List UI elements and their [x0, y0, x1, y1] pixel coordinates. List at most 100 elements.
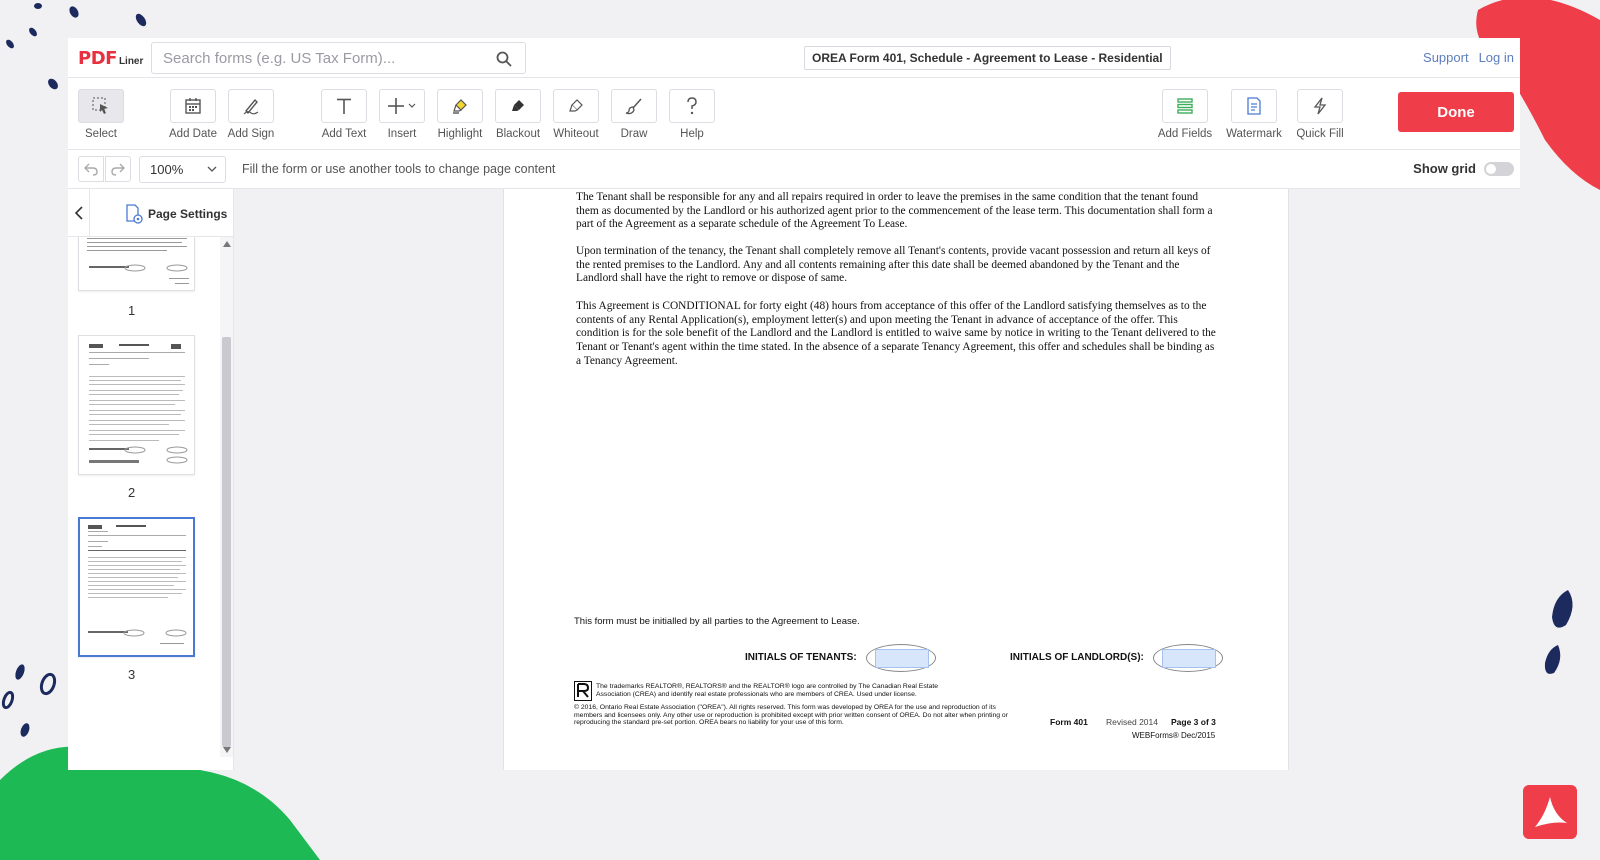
paragraph-repairs: The Tenant shall be responsible for any …	[576, 191, 1213, 231]
insert-tool[interactable]: Insert	[374, 89, 430, 140]
document-title: OREA Form 401, Schedule - Agreement to L…	[804, 46, 1171, 70]
page-thumbnail-2[interactable]	[78, 335, 195, 475]
search-input[interactable]	[163, 49, 483, 67]
show-grid-label: Show grid	[1413, 161, 1476, 176]
page-thumbnail-3[interactable]	[78, 517, 195, 657]
add-text-label: Add Text	[321, 128, 367, 140]
draw-label: Draw	[620, 128, 648, 140]
quick-fill-label: Quick Fill	[1296, 128, 1344, 140]
scroll-down-arrow-icon	[223, 747, 231, 753]
chevron-down-icon	[207, 166, 217, 172]
add-text-tool[interactable]: Add Text	[316, 89, 372, 140]
initials-landlords-label: INITIALS OF LANDLORD(S):	[1010, 652, 1144, 663]
tenant-initials-field[interactable]	[875, 649, 929, 668]
select-label: Select	[85, 128, 117, 140]
redo-icon	[111, 163, 125, 176]
paragraph-termination: Upon termination of the tenancy, the Ten…	[576, 245, 1211, 285]
logo-main-text: PDF	[78, 48, 117, 69]
help-tool[interactable]: Help	[664, 89, 720, 140]
sidebar-header: Page Settings	[68, 189, 234, 237]
calendar-icon	[185, 98, 201, 114]
tool-hint: Fill the form or use another tools to ch…	[242, 162, 556, 176]
logo-sub-text: Liner	[118, 56, 144, 67]
scrollbar-thumb[interactable]	[222, 337, 231, 747]
text-t-icon	[337, 98, 351, 114]
whiteout-marker-icon	[569, 99, 583, 112]
question-mark-icon	[687, 97, 697, 115]
cursor-select-icon	[92, 97, 108, 114]
undo-button[interactable]	[78, 156, 104, 182]
show-grid-control: Show grid	[1413, 161, 1514, 176]
blackout-tool[interactable]: Blackout	[490, 89, 546, 140]
lightning-icon	[1313, 97, 1327, 115]
watermark-document-icon	[1247, 97, 1261, 115]
redo-button[interactable]	[105, 156, 131, 182]
show-grid-toggle[interactable]	[1484, 161, 1514, 176]
add-fields-label: Add Fields	[1157, 128, 1213, 140]
zoom-select[interactable]: 100%	[139, 156, 226, 183]
support-link[interactable]: Support	[1423, 50, 1469, 65]
done-button[interactable]: Done	[1398, 92, 1514, 132]
zoom-value: 100%	[150, 162, 184, 177]
draw-tool[interactable]: Draw	[606, 89, 662, 140]
highlight-tool[interactable]: Highlight	[432, 89, 488, 140]
watermark-label: Watermark	[1226, 128, 1282, 140]
initials-note: This form must be initialled by all part…	[574, 616, 860, 627]
document-page-3: The Tenant shall be responsible for any …	[503, 189, 1289, 770]
pdf-editor-window: PDF Liner OREA Form 401, Schedule - Agre…	[68, 38, 1520, 770]
chevron-left-icon	[74, 206, 83, 220]
add-sign-label: Add Sign	[227, 128, 275, 140]
page-number-3: 3	[128, 667, 136, 682]
add-date-tool[interactable]: Add Date	[165, 89, 221, 140]
scroll-up-arrow-icon	[223, 241, 231, 247]
whiteout-label: Whiteout	[553, 128, 599, 140]
select-tool[interactable]: Select	[73, 89, 129, 140]
page-thumbnails: 1 2 3	[68, 237, 220, 757]
add-sign-tool[interactable]: Add Sign	[223, 89, 279, 140]
page-settings-button[interactable]: Page Settings	[124, 204, 227, 224]
plus-dropdown-icon	[388, 98, 416, 114]
search-icon[interactable]	[495, 50, 513, 68]
highlight-label: Highlight	[437, 128, 483, 140]
main-toolbar: Select Add Date Add Sign Add Text Insert…	[68, 78, 1520, 150]
form-number: Form 401	[1050, 717, 1088, 727]
form-fields-icon	[1177, 98, 1193, 114]
page-indicator: Page 3 of 3	[1171, 717, 1216, 727]
copyright-notice: © 2016, Ontario Real Estate Association …	[574, 704, 1008, 727]
watermark-tool[interactable]: Watermark	[1226, 89, 1282, 140]
top-bar: PDF Liner OREA Form 401, Schedule - Agre…	[68, 38, 1520, 78]
search-box	[151, 42, 526, 74]
pages-sidebar: Page Settings 1 2 3	[68, 189, 234, 770]
landlord-initials-oval	[1153, 644, 1223, 672]
quick-fill-tool[interactable]: Quick Fill	[1292, 89, 1348, 140]
undo-icon	[84, 163, 98, 176]
blackout-label: Blackout	[495, 128, 541, 140]
secondary-toolbar: 100% Fill the form or use another tools …	[68, 151, 1520, 189]
collapse-sidebar-button[interactable]	[68, 189, 90, 237]
page-thumbnail-1[interactable]	[78, 237, 195, 291]
trademark-notice: The trademarks REALTOR®, REALTORS® and t…	[596, 683, 939, 698]
whiteout-tool[interactable]: Whiteout	[548, 89, 604, 140]
revised-year: Revised 2014	[1106, 717, 1158, 727]
page-settings-label: Page Settings	[148, 207, 228, 221]
sidebar-scrollbar[interactable]	[220, 237, 233, 757]
tenant-initials-oval	[866, 644, 936, 672]
highlighter-icon	[453, 99, 467, 114]
realtor-logo-icon	[574, 681, 592, 701]
page-number-1: 1	[128, 303, 136, 318]
login-link[interactable]: Log in	[1479, 50, 1514, 65]
help-label: Help	[680, 128, 704, 140]
pdfliner-logo[interactable]: PDF Liner	[78, 48, 144, 69]
document-canvas: The Tenant shall be responsible for any …	[234, 189, 1520, 770]
landlord-initials-field[interactable]	[1162, 649, 1216, 668]
top-links: Support Log in	[1423, 50, 1514, 65]
insert-label: Insert	[387, 128, 417, 140]
initials-tenants-label: INITIALS OF TENANTS:	[745, 652, 857, 663]
webforms-mark: WEBForms® Dec/2015	[1132, 731, 1216, 740]
add-fields-tool[interactable]: Add Fields	[1157, 89, 1213, 140]
brush-icon	[625, 98, 642, 115]
page-settings-icon	[126, 204, 143, 224]
add-date-label: Add Date	[169, 128, 217, 140]
signature-pen-icon	[243, 98, 259, 115]
page-number-2: 2	[128, 485, 136, 500]
